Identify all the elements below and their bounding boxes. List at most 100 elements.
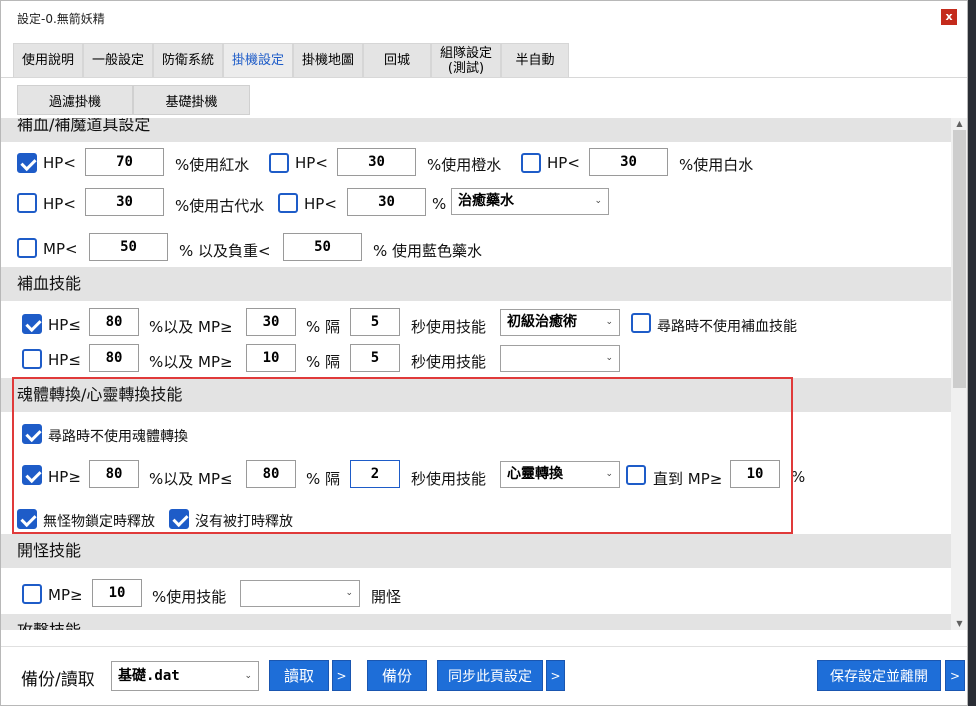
config-file-value: 基礎.dat	[118, 668, 180, 684]
mp-blue-potion-checkbox[interactable]	[17, 238, 37, 258]
chevron-down-icon: ⌄	[605, 317, 613, 327]
heal1-mp-input[interactable]: 30	[246, 308, 296, 336]
hp-label: HP<	[43, 154, 76, 172]
use-skill-label: %使用技能	[152, 588, 227, 606]
backup-read-label: 備份/讀取	[21, 670, 95, 690]
tab-party-test[interactable]: 組隊設定(測試)	[431, 43, 501, 77]
open-skill-select[interactable]: ⌄	[240, 580, 360, 607]
section-open-skill: 開怪技能	[1, 534, 951, 568]
hp-label: HP<	[304, 195, 337, 213]
save-exit-button[interactable]: 保存設定並離開	[817, 660, 941, 691]
hp-label: HP<	[547, 154, 580, 172]
chevron-down-icon: ⌄	[244, 671, 252, 681]
percent-label: %	[432, 195, 447, 213]
mp-label: MP<	[43, 240, 78, 258]
heal1-seconds-input[interactable]: 5	[350, 308, 400, 336]
read-button[interactable]: 讀取	[269, 660, 329, 691]
mp-blue-input[interactable]: 50	[89, 233, 168, 261]
section-attack-skill: 攻擊技能	[1, 614, 951, 630]
section-potions: 補血/補魔道具設定	[1, 118, 951, 142]
hp-orange-potion-checkbox[interactable]	[269, 153, 289, 173]
heal-nopath-checkbox[interactable]	[631, 313, 651, 333]
sub-tabs: 過濾掛機 基礎掛機	[17, 85, 250, 115]
chevron-down-icon: ⌄	[594, 196, 602, 206]
hp-red-input[interactable]: 70	[85, 148, 164, 176]
tab-semi-auto[interactable]: 半自動	[501, 43, 569, 77]
settings-window: 設定-0.無箭妖精 x 使用說明 一般設定 防衛系統 掛機設定 掛機地圖 回城 …	[0, 0, 968, 706]
scroll-up-icon[interactable]: ▲	[951, 118, 967, 130]
open-skill-checkbox[interactable]	[22, 584, 42, 604]
interval-label: % 隔	[306, 318, 341, 336]
ancient-potion-label: %使用古代水	[175, 197, 265, 215]
open-monster-label: 開怪	[371, 588, 402, 606]
tab-defense[interactable]: 防衛系統	[153, 43, 223, 77]
hp-label: HP≤	[48, 351, 81, 369]
potion-type-select[interactable]: 治癒藥水 ⌄	[451, 188, 609, 215]
hp-healing-potion-checkbox[interactable]	[278, 193, 298, 213]
read-more-button[interactable]: >	[332, 660, 351, 691]
subtab-basic-afk[interactable]: 基礎掛機	[133, 85, 250, 115]
red-potion-label: %使用紅水	[175, 156, 250, 174]
heal1-skill-value: 初級治癒術	[507, 314, 577, 330]
settings-scroll-area[interactable]: 補血/補魔道具設定 HP< 70 %使用紅水 HP< 30 %使用橙水 HP< …	[1, 118, 951, 630]
window-title: 設定-0.無箭妖精	[17, 12, 105, 26]
chevron-down-icon: ⌄	[345, 588, 353, 598]
blue-potion-label: % 使用藍色藥水	[373, 242, 483, 260]
tab-afk-settings[interactable]: 掛機設定	[223, 43, 293, 77]
sync-page-button[interactable]: 同步此頁設定	[437, 660, 543, 691]
potion-type-value: 治癒藥水	[458, 193, 514, 209]
white-potion-label: %使用白水	[679, 156, 754, 174]
title-bar: 設定-0.無箭妖精 x	[1, 1, 967, 33]
tab-general[interactable]: 一般設定	[83, 43, 153, 77]
hp-label: HP≤	[48, 316, 81, 334]
hp-white-potion-checkbox[interactable]	[521, 153, 541, 173]
background-strip	[968, 0, 976, 706]
heal1-skill-select[interactable]: 初級治癒術 ⌄	[500, 309, 620, 336]
close-button[interactable]: x	[941, 9, 957, 25]
hp-ancient-potion-checkbox[interactable]	[17, 193, 37, 213]
tab-divider	[1, 77, 967, 78]
mp-label: %以及 MP≥	[149, 353, 233, 371]
heal2-mp-input[interactable]: 10	[246, 344, 296, 372]
tab-usage[interactable]: 使用說明	[13, 43, 83, 77]
tab-afk-map[interactable]: 掛機地圖	[293, 43, 363, 77]
sync-more-button[interactable]: >	[546, 660, 565, 691]
backup-button[interactable]: 備份	[367, 660, 427, 691]
bottom-bar: 備份/讀取 基礎.dat ⌄ 讀取 > 備份 同步此頁設定 > 保存設定並離開 >	[1, 646, 967, 705]
mp-label: MP≥	[48, 586, 83, 604]
heal-skill-1-checkbox[interactable]	[22, 314, 42, 334]
use-skill-label: 秒使用技能	[411, 318, 487, 336]
orange-potion-label: %使用橙水	[427, 156, 502, 174]
percent-label: %	[791, 468, 806, 486]
main-tabs: 使用說明 一般設定 防衛系統 掛機設定 掛機地圖 回城 組隊設定(測試) 半自動	[13, 43, 569, 77]
hp-red-potion-checkbox[interactable]	[17, 153, 37, 173]
hp-white-input[interactable]: 30	[589, 148, 668, 176]
highlight-box	[12, 377, 793, 534]
interval-label: % 隔	[306, 353, 341, 371]
heal1-hp-input[interactable]: 80	[89, 308, 139, 336]
heal2-skill-select[interactable]: ⌄	[500, 345, 620, 372]
hp-label: HP<	[43, 195, 76, 213]
mp-label: %以及 MP≥	[149, 318, 233, 336]
hp-ancient-input[interactable]: 30	[85, 188, 164, 216]
heal-nopath-label: 尋路時不使用補血技能	[657, 319, 797, 335]
subtab-filter-afk[interactable]: 過濾掛機	[17, 85, 133, 115]
weight-input[interactable]: 50	[283, 233, 362, 261]
use-skill-label: 秒使用技能	[411, 353, 487, 371]
heal2-hp-input[interactable]: 80	[89, 344, 139, 372]
heal2-seconds-input[interactable]: 5	[350, 344, 400, 372]
hp-orange-input[interactable]: 30	[337, 148, 416, 176]
scrollbar-thumb[interactable]	[953, 130, 966, 388]
hp-label: HP<	[295, 154, 328, 172]
open-mp-input[interactable]: 10	[92, 579, 142, 607]
tab-return-town[interactable]: 回城	[363, 43, 431, 77]
weight-label: % 以及負重<	[179, 242, 271, 260]
heal-skill-2-checkbox[interactable]	[22, 349, 42, 369]
hp-healing-input[interactable]: 30	[347, 188, 426, 216]
config-file-select[interactable]: 基礎.dat ⌄	[111, 661, 259, 691]
save-more-button[interactable]: >	[945, 660, 965, 691]
section-heal-skill: 補血技能	[1, 267, 951, 301]
scroll-down-icon[interactable]: ▼	[951, 618, 967, 630]
vertical-scrollbar[interactable]: ▲ ▼	[951, 118, 967, 630]
chevron-down-icon: ⌄	[605, 353, 613, 363]
